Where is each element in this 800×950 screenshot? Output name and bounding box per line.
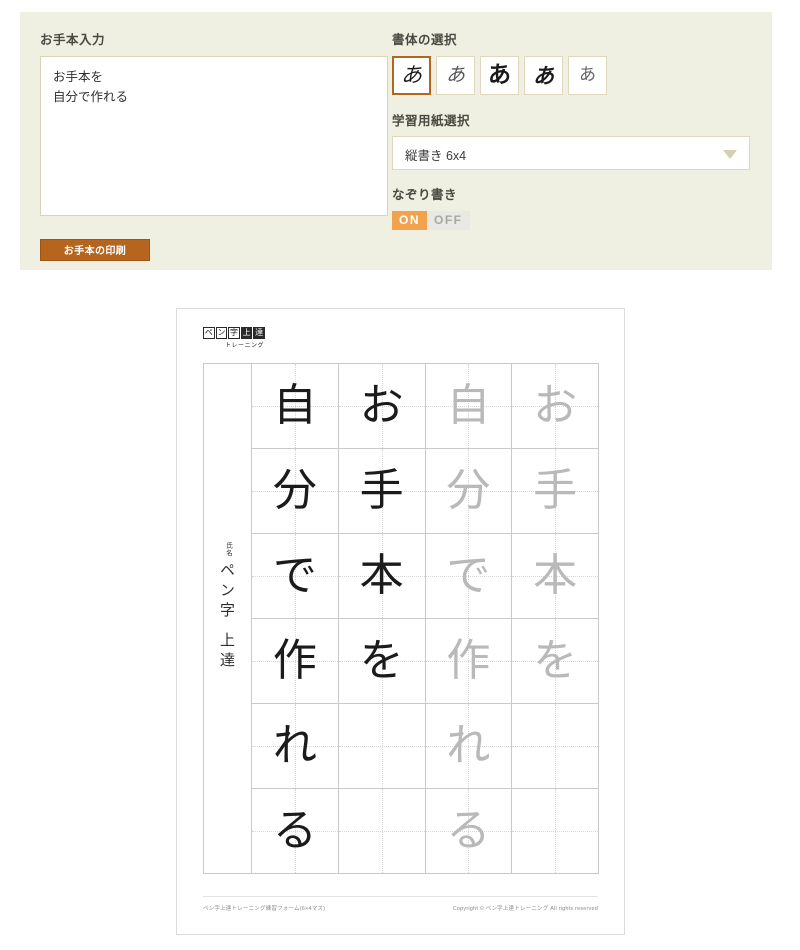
practice-character: る: [252, 789, 338, 873]
practice-character: 作: [252, 619, 338, 703]
footer-left-text: ペン字上達トレーニング練習フォーム(6×4マス): [203, 904, 325, 912]
practice-cell: 分: [426, 449, 513, 534]
practice-cell: [512, 789, 599, 874]
font-swatch-group: あ あ あ あ あ: [392, 56, 752, 95]
practice-character: [339, 704, 425, 788]
trace-toggle-on[interactable]: ON: [392, 211, 427, 230]
logo-character-boxes: ペ ン 字 上 達: [203, 327, 265, 339]
chevron-down-icon: [723, 150, 737, 159]
font-swatch-3[interactable]: あ: [524, 56, 563, 95]
worksheet-preview: ペ ン 字 上 達 トレーニング 氏名 ペン字 上達 自お自お分手分手で本で本作…: [176, 308, 625, 935]
font-sample-glyph: あ: [533, 65, 554, 86]
paper-select-value: 縦書き 6x4: [405, 137, 466, 171]
template-text-input[interactable]: [40, 56, 388, 216]
practice-character: 本: [339, 534, 425, 618]
name-field-value: ペン字 上達: [217, 562, 238, 672]
paper-select-dropdown[interactable]: 縦書き 6x4: [392, 136, 750, 170]
font-swatch-0[interactable]: あ: [392, 56, 431, 95]
name-field-label: 氏名: [223, 542, 233, 557]
worksheet-logo: ペ ン 字 上 達 トレーニング: [203, 327, 265, 349]
practice-character: 本: [512, 534, 598, 618]
practice-grid-area: 氏名 ペン字 上達 自お自お分手分手で本で本作を作をれれるる: [203, 363, 599, 874]
practice-character: 手: [339, 449, 425, 533]
practice-cell: を: [339, 619, 426, 704]
trace-toggle-group: ON OFF: [392, 211, 752, 230]
practice-cell: [339, 789, 426, 874]
font-swatch-2[interactable]: あ: [480, 56, 519, 95]
practice-character: を: [339, 619, 425, 703]
logo-box: 字: [228, 327, 240, 339]
name-column: 氏名 ペン字 上達: [203, 363, 251, 874]
practice-character: [339, 789, 425, 873]
template-input-column: お手本入力 お手本の印刷: [40, 34, 388, 261]
practice-cell: 本: [339, 534, 426, 619]
practice-character: れ: [426, 704, 512, 788]
practice-cell: 自: [252, 364, 339, 449]
practice-cell-grid: 自お自お分手分手で本で本作を作をれれるる: [251, 363, 599, 874]
practice-character: 分: [426, 449, 512, 533]
practice-character: る: [426, 789, 512, 873]
practice-character: 分: [252, 449, 338, 533]
logo-box: 上: [241, 327, 253, 339]
practice-cell: [339, 704, 426, 789]
font-sample-glyph: あ: [401, 65, 422, 86]
font-sample-glyph: あ: [446, 66, 465, 85]
practice-cell: で: [252, 534, 339, 619]
logo-box: ン: [216, 327, 228, 339]
logo-subtitle: トレーニング: [203, 340, 265, 349]
practice-character: で: [426, 534, 512, 618]
font-swatch-1[interactable]: あ: [436, 56, 475, 95]
practice-cell: れ: [252, 704, 339, 789]
practice-cell: お: [339, 364, 426, 449]
practice-cell: を: [512, 619, 599, 704]
practice-character: 自: [252, 364, 338, 448]
practice-character: を: [512, 619, 598, 703]
practice-character: [512, 789, 598, 873]
practice-cell: [512, 704, 599, 789]
print-template-button[interactable]: お手本の印刷: [40, 239, 150, 261]
practice-cell: 手: [339, 449, 426, 534]
practice-cell: 本: [512, 534, 599, 619]
practice-cell: で: [426, 534, 513, 619]
control-panel: お手本入力 お手本の印刷 書体の選択 あ あ あ あ あ 学習用紙選択 縦書き …: [20, 12, 772, 270]
logo-box: 達: [253, 327, 265, 339]
practice-character: 自: [426, 364, 512, 448]
practice-character: お: [512, 364, 598, 448]
footer-right-text: Copyright © ペン字上達トレーニング All rights reser…: [453, 904, 598, 912]
font-swatch-4[interactable]: あ: [568, 56, 607, 95]
trace-toggle-off[interactable]: OFF: [427, 211, 470, 230]
font-sample-glyph: あ: [488, 64, 511, 87]
practice-cell: 分: [252, 449, 339, 534]
logo-box: ペ: [203, 327, 215, 339]
practice-cell: 作: [426, 619, 513, 704]
practice-cell: れ: [426, 704, 513, 789]
practice-character: で: [252, 534, 338, 618]
practice-cell: る: [426, 789, 513, 874]
practice-character: お: [339, 364, 425, 448]
font-select-label: 書体の選択: [392, 34, 752, 47]
practice-cell: お: [512, 364, 599, 449]
paper-select-label: 学習用紙選択: [392, 115, 752, 128]
practice-character: 手: [512, 449, 598, 533]
practice-cell: 作: [252, 619, 339, 704]
practice-character: [512, 704, 598, 788]
practice-cell: る: [252, 789, 339, 874]
options-column: 書体の選択 あ あ あ あ あ 学習用紙選択 縦書き 6x4 なぞり書き: [392, 34, 752, 230]
practice-cell: 自: [426, 364, 513, 449]
trace-toggle-label: なぞり書き: [392, 189, 752, 202]
practice-character: れ: [252, 704, 338, 788]
practice-cell: 手: [512, 449, 599, 534]
worksheet-footer: ペン字上達トレーニング練習フォーム(6×4マス) Copyright © ペン字…: [203, 896, 598, 912]
template-input-label: お手本入力: [40, 34, 388, 47]
font-sample-glyph: あ: [579, 67, 596, 84]
practice-character: 作: [426, 619, 512, 703]
